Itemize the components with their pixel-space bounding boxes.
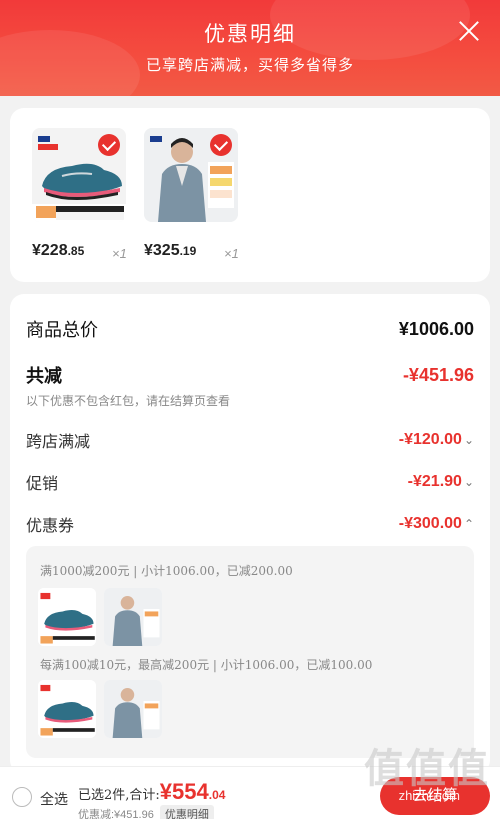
amount-main: ¥554 xyxy=(159,779,209,804)
jacket-image xyxy=(104,588,162,646)
product-image[interactable] xyxy=(32,128,126,222)
discount-row-cross-store[interactable]: 跨店满减 -¥120.00 ⌄ xyxy=(26,428,474,452)
close-icon[interactable] xyxy=(456,18,482,44)
price-decimal: .19 xyxy=(179,244,197,258)
discount-amount: -¥300.00 xyxy=(398,515,462,532)
price-decimal: .85 xyxy=(67,244,85,258)
chevron-up-icon[interactable]: ⌃ xyxy=(464,517,474,531)
discount-detail-card: 商品总价 ¥1006.00 共减 -¥451.96 以下优惠不包含红包，请在结算… xyxy=(10,294,490,774)
coupon-product-thumb xyxy=(104,588,162,646)
watermark-url: zhizhi.com xyxy=(398,788,460,803)
discount-row-promotion[interactable]: 促销 -¥21.90 ⌄ xyxy=(26,470,474,494)
discount-amount: -¥21.90 xyxy=(407,473,462,490)
product-price: ¥325.19 xyxy=(144,242,196,260)
product-image[interactable] xyxy=(144,128,238,222)
saved-value: -¥451.96 xyxy=(402,364,474,385)
summary-prefix: 已选2件,合计: xyxy=(78,788,160,803)
saved-row: 共减 -¥451.96 xyxy=(26,362,474,388)
discount-value: -¥21.90 ⌄ xyxy=(408,473,474,491)
select-all-label[interactable]: 全选 xyxy=(40,789,68,809)
discount-note: 以下优惠不包含红包，请在结算页查看 xyxy=(26,394,231,408)
total-label: 商品总价 xyxy=(26,320,98,341)
watermark: 值值值 xyxy=(364,747,490,791)
total-value: ¥1006.00 xyxy=(398,318,474,339)
discount-row-coupon[interactable]: 优惠券 -¥300.00 ⌃ xyxy=(26,512,474,536)
saved-summary: 优惠减:¥451.96 优惠明细 xyxy=(78,805,214,819)
chevron-down-icon[interactable]: ⌄ xyxy=(464,433,474,447)
price-main: ¥228 xyxy=(32,242,68,259)
product-qty: ×1 xyxy=(224,246,239,261)
products-card: ¥228.85 ×1 ¥325.19 ×1 xyxy=(10,108,490,282)
page-subtitle: 已享跨店满减，买得多省得多 xyxy=(145,56,354,74)
product-item[interactable]: ¥325.19 ×1 xyxy=(144,128,239,261)
coupon-product-thumb xyxy=(38,680,96,738)
price-main: ¥325 xyxy=(144,242,180,259)
discount-detail-button[interactable]: 优惠明细 xyxy=(159,805,214,819)
shoe-image xyxy=(38,680,96,738)
discount-amount: -¥120.00 xyxy=(398,431,462,448)
jacket-image xyxy=(104,680,162,738)
coupon-product-thumb xyxy=(104,680,162,738)
checked-icon[interactable] xyxy=(98,134,120,156)
total-amount: ¥554.04 xyxy=(160,779,226,804)
checked-icon[interactable] xyxy=(210,134,232,156)
shoe-image xyxy=(38,588,96,646)
saved-text: 优惠减:¥451.96 xyxy=(78,809,154,819)
page-title: 优惠明细 xyxy=(204,22,296,46)
discount-label: 跨店满减 xyxy=(26,432,91,451)
coupon-line: 满1000减200元 | 小计1006.00，已减200.00 xyxy=(40,564,293,578)
product-price: ¥228.85 xyxy=(32,242,84,260)
total-row: 商品总价 ¥1006.00 xyxy=(26,316,474,342)
header: 优惠明细 已享跨店满减，买得多省得多 xyxy=(0,0,500,96)
coupon-detail-box: 满1000减200元 | 小计1006.00，已减200.00 每满100减10… xyxy=(26,546,474,758)
discount-label: 促销 xyxy=(26,474,59,493)
amount-decimal: .04 xyxy=(208,788,226,802)
product-item[interactable]: ¥228.85 ×1 xyxy=(32,128,127,261)
discount-label: 优惠券 xyxy=(26,516,75,535)
select-all-radio[interactable] xyxy=(12,787,32,807)
discount-value: -¥300.00 ⌃ xyxy=(399,515,474,533)
discount-value: -¥120.00 ⌄ xyxy=(399,431,474,449)
saved-label: 共减 xyxy=(26,366,62,387)
chevron-down-icon[interactable]: ⌄ xyxy=(464,475,474,489)
coupon-line: 每满100减10元，最高减200元 | 小计1006.00，已减100.00 xyxy=(40,658,373,672)
product-qty: ×1 xyxy=(112,246,127,261)
order-summary: 已选2件,合计:¥554.04 xyxy=(78,779,225,805)
coupon-product-thumb xyxy=(38,588,96,646)
